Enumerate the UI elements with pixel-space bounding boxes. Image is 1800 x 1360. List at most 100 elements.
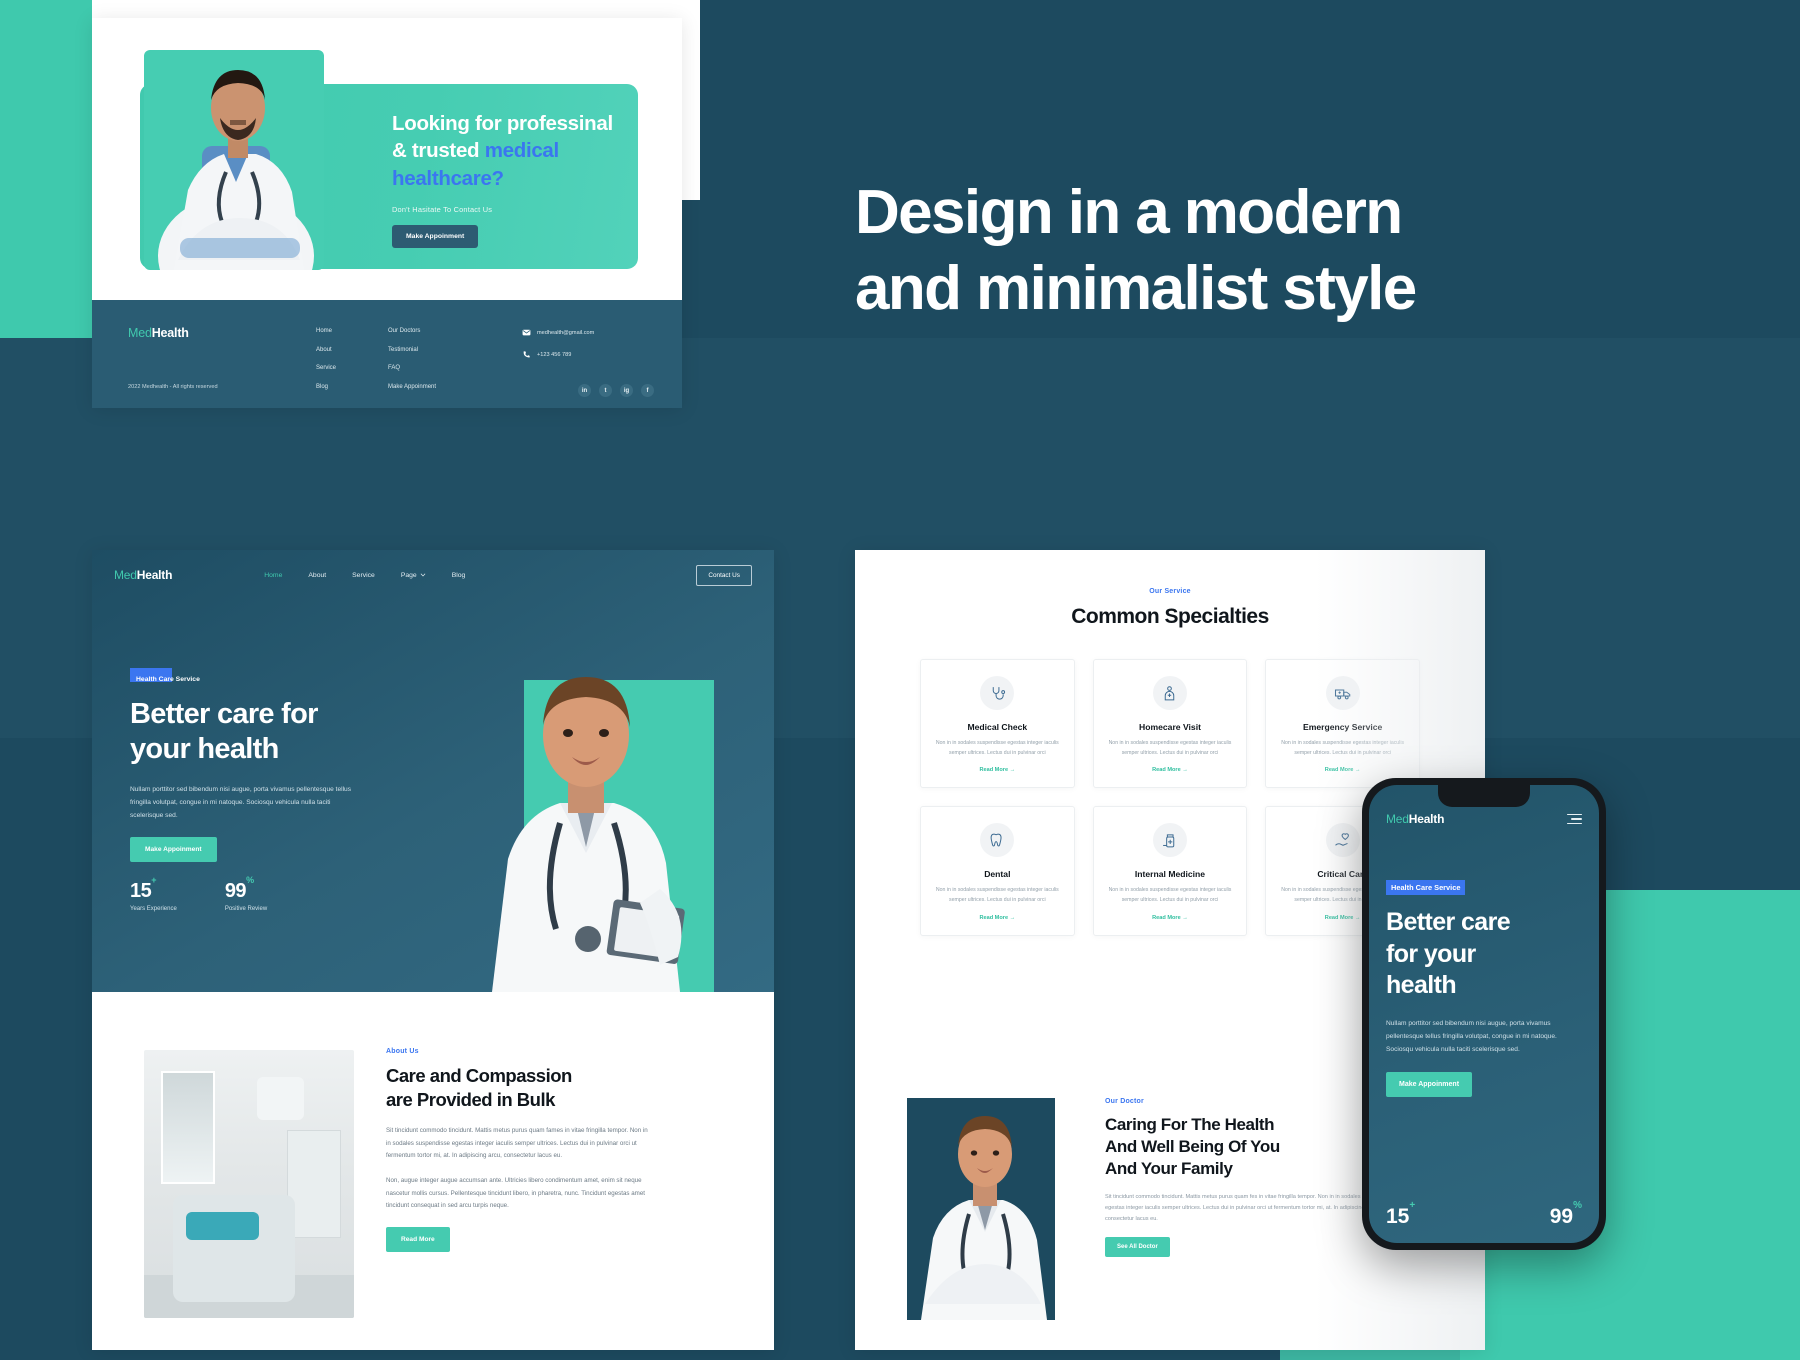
nav-item-about[interactable]: About — [308, 572, 326, 579]
home-nurse-icon — [1152, 676, 1187, 710]
about-paragraph-2: Non, augue integer augue accumsan ante. … — [386, 1177, 645, 1210]
instagram-icon[interactable]: ig — [620, 384, 633, 397]
footer-link-make-appointment[interactable]: Make Appoinment — [388, 384, 436, 390]
window-shape — [160, 1071, 216, 1184]
footer-phone-row[interactable]: +123 456 789 — [522, 350, 594, 359]
make-appointment-button[interactable]: Make Appoinment — [130, 837, 217, 863]
ambulance-icon — [1325, 676, 1360, 710]
footer-email-row[interactable]: medhealth@gmail.com — [522, 328, 594, 337]
phone-screen: MedHealth Health Care Service Better car… — [1369, 785, 1599, 1243]
about-text-block: About Us Care and Compassion are Provide… — [386, 1048, 654, 1252]
footer-link-home[interactable]: Home — [316, 328, 336, 334]
hero-title-line2-plain: & trusted — [392, 139, 485, 163]
service-card-emergency-service[interactable]: Emergency Service Non in in sodales susp… — [1265, 659, 1420, 789]
stat-number: 15 — [130, 880, 152, 902]
service-card-dental[interactable]: Dental Non in in sodales suspendisse ege… — [920, 806, 1075, 936]
stat-years-experience: 15+ Years Experience — [130, 875, 177, 912]
read-more-link[interactable]: Read More → — [1106, 767, 1235, 773]
main-navbar: MedHealth Home About Service Page Blog C… — [92, 550, 774, 600]
service-card-title: Internal Medicine — [1134, 869, 1206, 880]
logo-suffix: Health — [1408, 812, 1445, 826]
clinic-room-illustration — [144, 1050, 354, 1318]
phone-body-text: Nullam porttitor sed bibendum nisi augue… — [1386, 1019, 1557, 1053]
logo-suffix: Health — [136, 568, 173, 582]
dental-chair-shape — [173, 1194, 296, 1302]
service-card-medical-check[interactable]: Medical Check Non in in sodales suspendi… — [920, 659, 1075, 789]
hero-title-line2-accent: medical — [484, 139, 560, 163]
nav-item-home[interactable]: Home — [264, 572, 282, 579]
footer-logo[interactable]: MedHealth — [128, 326, 189, 340]
read-more-link[interactable]: Read More → — [1278, 767, 1407, 773]
hero-subtitle: Don't Hasitate To Contact Us — [392, 204, 493, 214]
phone-heading-line3: health — [1386, 971, 1457, 999]
phone-make-appointment-button[interactable]: Make Appoinment — [1386, 1072, 1473, 1098]
hamburger-menu-icon[interactable] — [1567, 813, 1582, 825]
read-more-link[interactable]: Read More → — [933, 915, 1062, 921]
read-more-link[interactable]: Read More → — [933, 767, 1062, 773]
phone-notch — [1438, 785, 1530, 807]
stat-label: Positive Review — [224, 906, 268, 912]
see-all-doctor-button[interactable]: See All Doctor — [1105, 1237, 1170, 1258]
badge-strong: Health — [136, 676, 157, 683]
footer-link-blog[interactable]: Blog — [316, 384, 336, 390]
badge-rest: Care Service — [1413, 883, 1461, 892]
footer-nav-column-1: Home About Service Blog — [316, 328, 336, 402]
service-card-title: Homecare Visit — [1139, 722, 1201, 732]
nav-item-blog[interactable]: Blog — [452, 572, 466, 579]
about-paragraph-1: Sit tincidunt commodo tincidunt. Mattis … — [386, 1127, 648, 1159]
service-card-internal-medicine[interactable]: Internal Medicine Non in in sodales susp… — [1092, 806, 1248, 936]
navbar-logo[interactable]: MedHealth — [114, 568, 172, 582]
read-more-link[interactable]: Read More → — [1106, 915, 1235, 921]
doctor-eyebrow: Our Doctor — [1105, 1098, 1144, 1105]
phone-heading-line2: for your — [1386, 939, 1476, 968]
service-card-body: Non in in sodales suspendisse egestas in… — [1281, 740, 1405, 756]
badge-rest: Care Service — [156, 676, 200, 683]
footer-link-testimonial[interactable]: Testimonial — [388, 347, 436, 353]
about-heading-line1: Care and Compassion — [386, 1065, 572, 1086]
service-card-homecare-visit[interactable]: Homecare Visit Non in in sodales suspend… — [1092, 659, 1248, 789]
doctor-heading: Caring For The Health And Well Being Of … — [1105, 1114, 1395, 1180]
dental-lamp-shape — [257, 1076, 304, 1120]
footer-link-service[interactable]: Service — [316, 365, 336, 371]
doctor-photo-homepage — [464, 647, 704, 992]
service-card-body: Non in in sodales suspendisse egestas in… — [935, 740, 1059, 756]
doctor-photo-section — [907, 1098, 1055, 1320]
facebook-icon[interactable]: f — [641, 384, 654, 397]
medicine-bottle-icon — [1152, 823, 1187, 858]
stat-positive-review: 99% Positive Review — [224, 875, 268, 912]
service-card-title: Medical Check — [967, 722, 1028, 732]
badge-strong: Health — [1391, 883, 1414, 892]
background-teal-top-left — [0, 0, 92, 338]
phone-logo[interactable]: MedHealth — [1386, 812, 1444, 826]
phone-heading: Better care for your health — [1386, 907, 1582, 1002]
contact-us-button[interactable]: Contact Us — [696, 564, 752, 586]
doctor-body-text: Sit tincidunt commodo tincidunt. Mattis … — [1105, 1193, 1394, 1222]
hero-heading-line2: your health — [130, 733, 279, 766]
stat-suffix: % — [1573, 1200, 1582, 1211]
footer-link-our-doctors[interactable]: Our Doctors — [388, 328, 436, 334]
hero-heading-line1: Better care for — [130, 698, 318, 730]
nav-item-page[interactable]: Page — [401, 572, 426, 579]
doctor-heading-line2: And Well Being Of You — [1105, 1136, 1280, 1156]
footer-link-faq[interactable]: FAQ — [388, 365, 436, 371]
linkedin-icon[interactable]: in — [578, 384, 591, 397]
tooth-icon — [980, 823, 1015, 858]
hero-stats: 15+ Years Experience 99% Positive Review — [130, 875, 268, 912]
about-read-more-button[interactable]: Read More — [386, 1226, 450, 1252]
hero-content: Health Care Service Better care for your… — [130, 668, 430, 863]
make-appointment-button[interactable]: Make Appoinment — [392, 224, 479, 248]
footer-email-text: medhealth@gmail.com — [537, 329, 595, 336]
service-card-body: Non in in sodales suspendisse egestas in… — [1108, 887, 1232, 903]
mockup-desktop-hero-footer: Looking for professinal & trusted medica… — [92, 18, 682, 408]
health-care-service-badge: Health Care Service — [130, 668, 430, 686]
footer-link-about[interactable]: About — [316, 347, 336, 353]
hero-lead-text: Nullam porttitor sed bibendum nisi augue… — [130, 785, 352, 820]
homepage-hero: MedHealth Home About Service Page Blog C… — [92, 550, 774, 992]
service-card-title: Emergency Service — [1303, 722, 1383, 732]
service-card-body: Non in in sodales suspendisse egestas in… — [935, 887, 1059, 903]
logo-prefix: Med — [128, 326, 152, 340]
hero-text-block: Looking for professinal & trusted medica… — [392, 110, 682, 248]
site-footer: MedHealth 2022 Medhealth - All rights re… — [92, 300, 682, 408]
nav-item-service[interactable]: Service — [352, 572, 375, 579]
twitter-icon[interactable]: t — [599, 384, 612, 397]
